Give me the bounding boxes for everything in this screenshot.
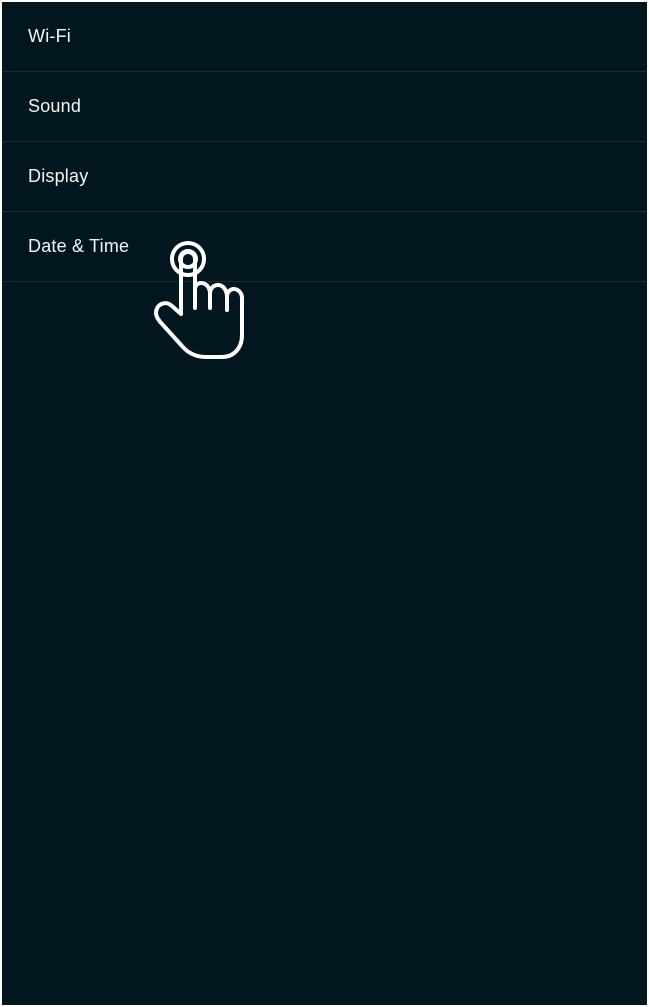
settings-item-wifi[interactable]: Wi-Fi (2, 2, 647, 72)
settings-item-label: Wi-Fi (28, 26, 71, 46)
settings-item-label: Sound (28, 96, 82, 116)
settings-list: Wi-Fi Sound Display Date & Time (2, 2, 647, 282)
settings-item-display[interactable]: Display (2, 142, 647, 212)
settings-item-label: Date & Time (28, 236, 130, 256)
settings-item-date-time[interactable]: Date & Time (2, 212, 647, 282)
settings-item-sound[interactable]: Sound (2, 72, 647, 142)
settings-item-label: Display (28, 166, 89, 186)
settings-screen: Wi-Fi Sound Display Date & Time (2, 2, 647, 1005)
